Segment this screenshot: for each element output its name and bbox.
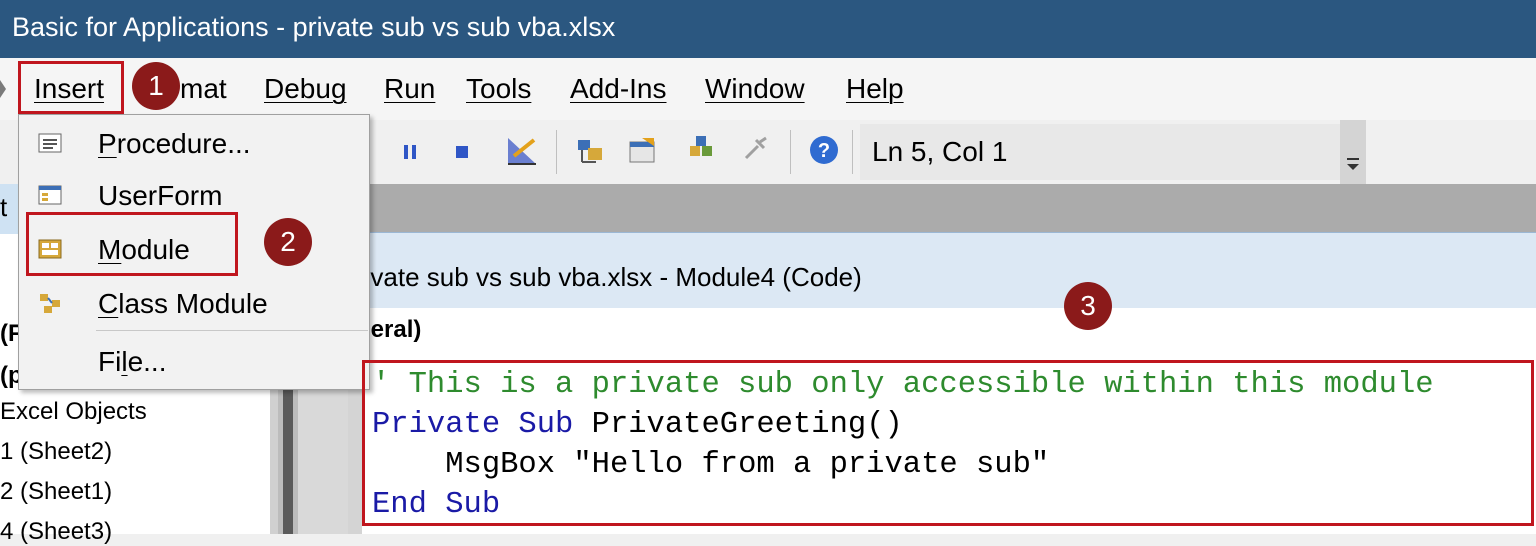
project-explorer-icon[interactable] — [574, 134, 608, 173]
class-module-icon — [38, 292, 62, 314]
help-icon[interactable]: ? — [808, 134, 840, 171]
menu-item-class-module[interactable]: Class Module — [98, 288, 268, 320]
menu-item-accelerator: P — [98, 128, 117, 159]
toolbar-options-button[interactable] — [1340, 120, 1366, 184]
menu-tools[interactable]: Tools — [466, 73, 531, 105]
tree-item-sheet[interactable]: 4 (Sheet3) — [0, 518, 112, 546]
menu-item-file[interactable]: File... — [98, 346, 166, 378]
menu-add-ins[interactable]: Add-Ins — [570, 73, 667, 105]
code-window-title: rivate sub vs sub vba.xlsx - Module4 (Co… — [356, 262, 862, 292]
highlight-insert-menu — [18, 61, 124, 114]
menu-window[interactable]: Window — [705, 73, 805, 105]
properties-icon[interactable] — [626, 134, 660, 173]
toolbar-separator — [556, 130, 557, 174]
menu-separator — [96, 330, 368, 331]
window-title: Basic for Applications - private sub vs … — [12, 12, 616, 42]
highlight-module-item — [26, 212, 238, 276]
tree-item[interactable]: t — [0, 192, 7, 223]
toolbox-icon[interactable] — [740, 134, 770, 169]
cursor-position: Ln 5, Col 1 — [872, 136, 1008, 167]
menu-run[interactable]: Run — [384, 73, 435, 105]
stop-icon[interactable] — [452, 142, 472, 167]
menu-item-procedure[interactable]: Procedure... — [98, 128, 251, 160]
highlight-code-block — [362, 360, 1534, 526]
menu-item-text: rocedure... — [116, 128, 251, 159]
step-marker-2: 2 — [264, 218, 312, 266]
menu-format[interactable]: mat — [180, 73, 227, 105]
object-combo-bar — [348, 308, 1536, 355]
tree-item-excel-objects[interactable]: Excel Objects — [0, 398, 147, 426]
svg-text:?: ? — [818, 140, 830, 162]
object-browser-icon[interactable] — [684, 132, 718, 171]
toolbar-separator — [852, 130, 853, 174]
toolbar-separator — [790, 130, 791, 174]
procedure-icon — [38, 132, 62, 154]
tree-item-sheet[interactable]: 2 (Sheet1) — [0, 478, 112, 506]
userform-icon — [38, 184, 62, 206]
menu-item-text: UserForm — [98, 180, 223, 211]
menu-item-text: lass Module — [118, 288, 268, 319]
menu-item-userform[interactable]: UserForm — [98, 180, 222, 212]
menu-item-text: Fi — [98, 346, 122, 377]
menu-item-text: e... — [127, 346, 167, 377]
pause-icon[interactable] — [400, 142, 420, 167]
menu-item-accelerator: C — [98, 288, 119, 319]
menu-debug[interactable]: Debug — [264, 73, 347, 105]
menu-edge-icon — [0, 80, 6, 98]
step-marker-3: 3 — [1064, 282, 1112, 330]
mdi-background — [348, 184, 1536, 232]
tree-item-sheet[interactable]: 1 (Sheet2) — [0, 438, 112, 466]
design-mode-icon[interactable] — [504, 134, 540, 173]
menu-help[interactable]: Help — [846, 73, 904, 105]
step-marker-1: 1 — [132, 62, 180, 110]
